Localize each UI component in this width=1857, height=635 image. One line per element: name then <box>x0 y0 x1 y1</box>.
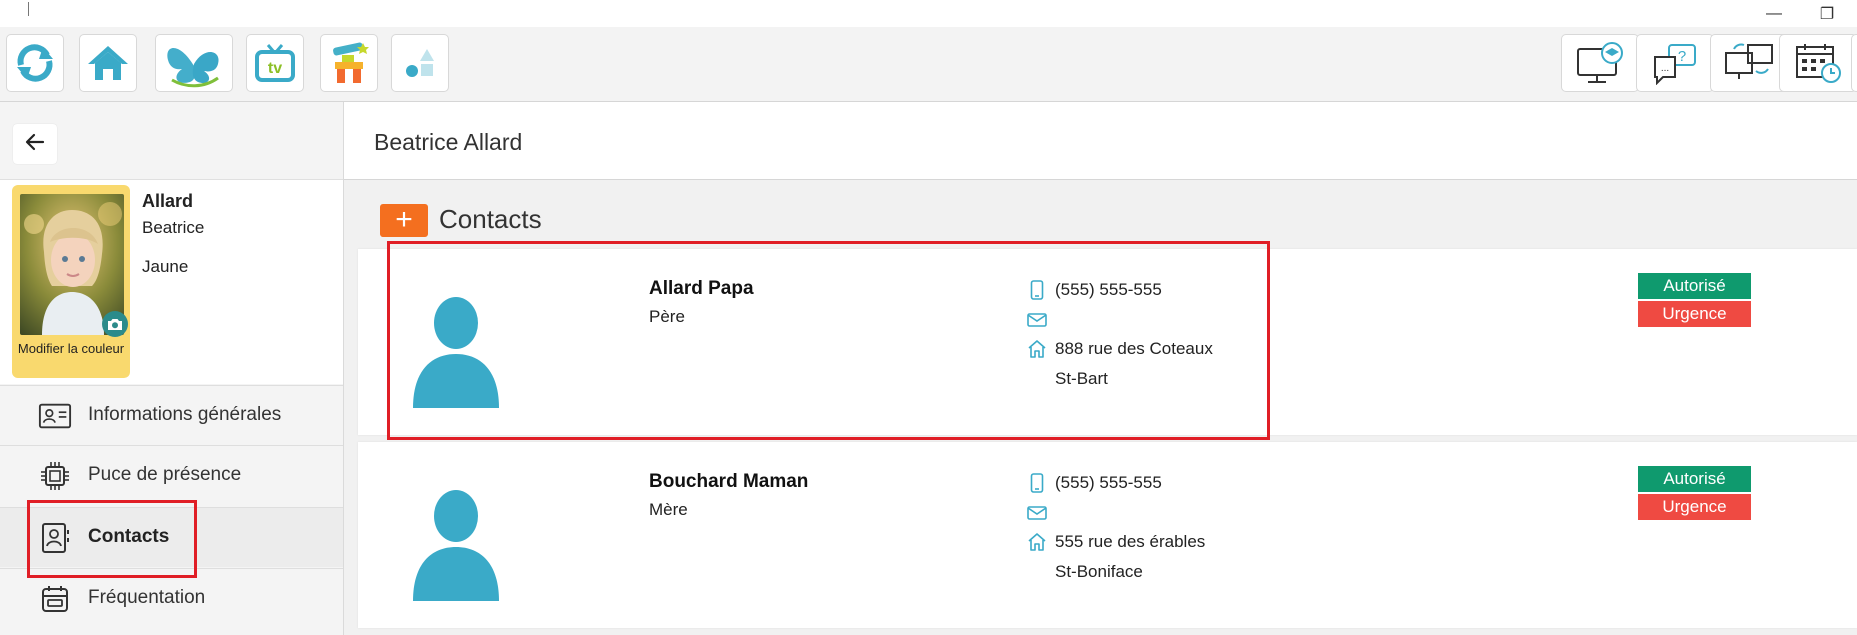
monitor-graduation-button[interactable] <box>1561 34 1639 92</box>
page-header: Beatrice Allard <box>344 102 1857 180</box>
house-icon <box>1026 338 1048 360</box>
tv-button[interactable]: tv <box>246 34 304 92</box>
email-icon[interactable] <box>1026 502 1048 524</box>
contact-phone[interactable]: (555) 555-555 <box>1055 280 1162 300</box>
home-icon <box>86 43 130 83</box>
sidebar-item-label: Contacts <box>88 526 170 547</box>
id-card-icon <box>38 400 72 432</box>
svg-text:?: ? <box>1678 48 1686 65</box>
email-icon[interactable] <box>1026 309 1048 331</box>
svg-text:tv: tv <box>268 60 282 77</box>
svg-text:...: ... <box>1661 63 1669 74</box>
chip-icon <box>38 460 72 492</box>
child-first-name: Beatrice <box>142 218 205 237</box>
window-title-bar: — ❐ <box>0 0 1857 27</box>
sidebar-item-attendance[interactable]: Fréquentation <box>0 568 343 635</box>
monitor-graduation-icon <box>1574 41 1626 85</box>
shapes-button[interactable] <box>391 34 449 92</box>
phone-icon <box>1026 279 1048 301</box>
contact-relation: Mère <box>649 500 688 519</box>
child-group: Jaune <box>142 257 189 276</box>
back-button[interactable] <box>13 124 57 164</box>
screen-sync-icon <box>1722 41 1776 85</box>
sidebar-item-general-info[interactable]: Informations générales <box>0 385 343 445</box>
toolbar-overflow-button[interactable] <box>1851 34 1857 92</box>
refresh-button[interactable] <box>6 34 64 92</box>
restore-button[interactable]: ❐ <box>1797 0 1857 27</box>
sidebar: Modifier la couleur Allard Beatrice Jaun… <box>0 102 344 635</box>
minimize-button[interactable]: — <box>1744 0 1804 27</box>
sidebar-item-presence-chip[interactable]: Puce de présence <box>0 445 343 505</box>
main-content: Beatrice Allard + Contacts Allard Papa P… <box>344 102 1857 635</box>
title-bar-divider <box>28 2 29 16</box>
app-toolbar: tv ? ... <box>0 27 1857 102</box>
person-avatar-icon <box>413 297 499 413</box>
authorized-badge: Autorisé <box>1638 466 1751 492</box>
sidebar-item-label: Puce de présence <box>88 464 242 485</box>
inukshuk-button[interactable] <box>320 34 378 92</box>
photo-color-card[interactable]: Modifier la couleur <box>12 185 130 378</box>
section-title: Contacts <box>439 204 542 234</box>
contact-name: Allard Papa <box>649 278 754 299</box>
arrow-left-icon <box>25 133 45 156</box>
child-profile: Modifier la couleur Allard Beatrice Jaun… <box>0 180 343 384</box>
calendar-clock-icon <box>1791 41 1845 85</box>
calendar-icon <box>38 583 72 615</box>
sidebar-item-label: Informations générales <box>88 404 282 425</box>
sidebar-item-contacts[interactable]: Contacts <box>0 507 343 567</box>
home-button[interactable] <box>79 34 137 92</box>
contact-card[interactable]: Bouchard Maman Mère (555) 555-555 555 ru… <box>358 442 1857 628</box>
emergency-badge: Urgence <box>1638 301 1751 327</box>
page-title: Beatrice Allard <box>374 129 523 155</box>
contact-name: Bouchard Maman <box>649 471 809 492</box>
add-contact-button[interactable]: + <box>380 204 428 237</box>
butterfly-app-button[interactable] <box>155 34 233 92</box>
phone-icon <box>1026 472 1048 494</box>
contact-relation: Père <box>649 307 685 326</box>
shapes-icon <box>400 43 440 83</box>
calendar-clock-button[interactable] <box>1779 34 1857 92</box>
contact-address-line1: 888 rue des Coteaux <box>1055 339 1213 358</box>
tv-icon: tv <box>253 41 297 85</box>
contact-card[interactable]: Allard Papa Père (555) 555-555 888 rue d… <box>358 249 1857 435</box>
contact-address-line2: St-Boniface <box>1055 562 1143 581</box>
sidebar-item-label: Fréquentation <box>88 587 206 608</box>
inukshuk-icon <box>327 39 371 87</box>
emergency-badge: Urgence <box>1638 494 1751 520</box>
child-last-name: Allard <box>142 191 194 211</box>
house-icon <box>1026 531 1048 553</box>
person-avatar-icon <box>413 490 499 606</box>
contact-address-line2: St-Bart <box>1055 369 1108 388</box>
help-button[interactable]: ? ... <box>1636 34 1714 92</box>
contact-address-line1: 555 rue des érables <box>1055 532 1206 551</box>
refresh-icon <box>13 41 57 85</box>
camera-icon[interactable] <box>102 311 128 337</box>
help-chat-icon: ? ... <box>1649 41 1701 85</box>
authorized-badge: Autorisé <box>1638 273 1751 299</box>
contact-book-icon <box>38 522 72 554</box>
change-color-label: Modifier la couleur <box>17 341 125 356</box>
butterfly-logo-icon <box>160 38 228 88</box>
contact-phone[interactable]: (555) 555-555 <box>1055 473 1162 493</box>
screen-sync-button[interactable] <box>1710 34 1788 92</box>
